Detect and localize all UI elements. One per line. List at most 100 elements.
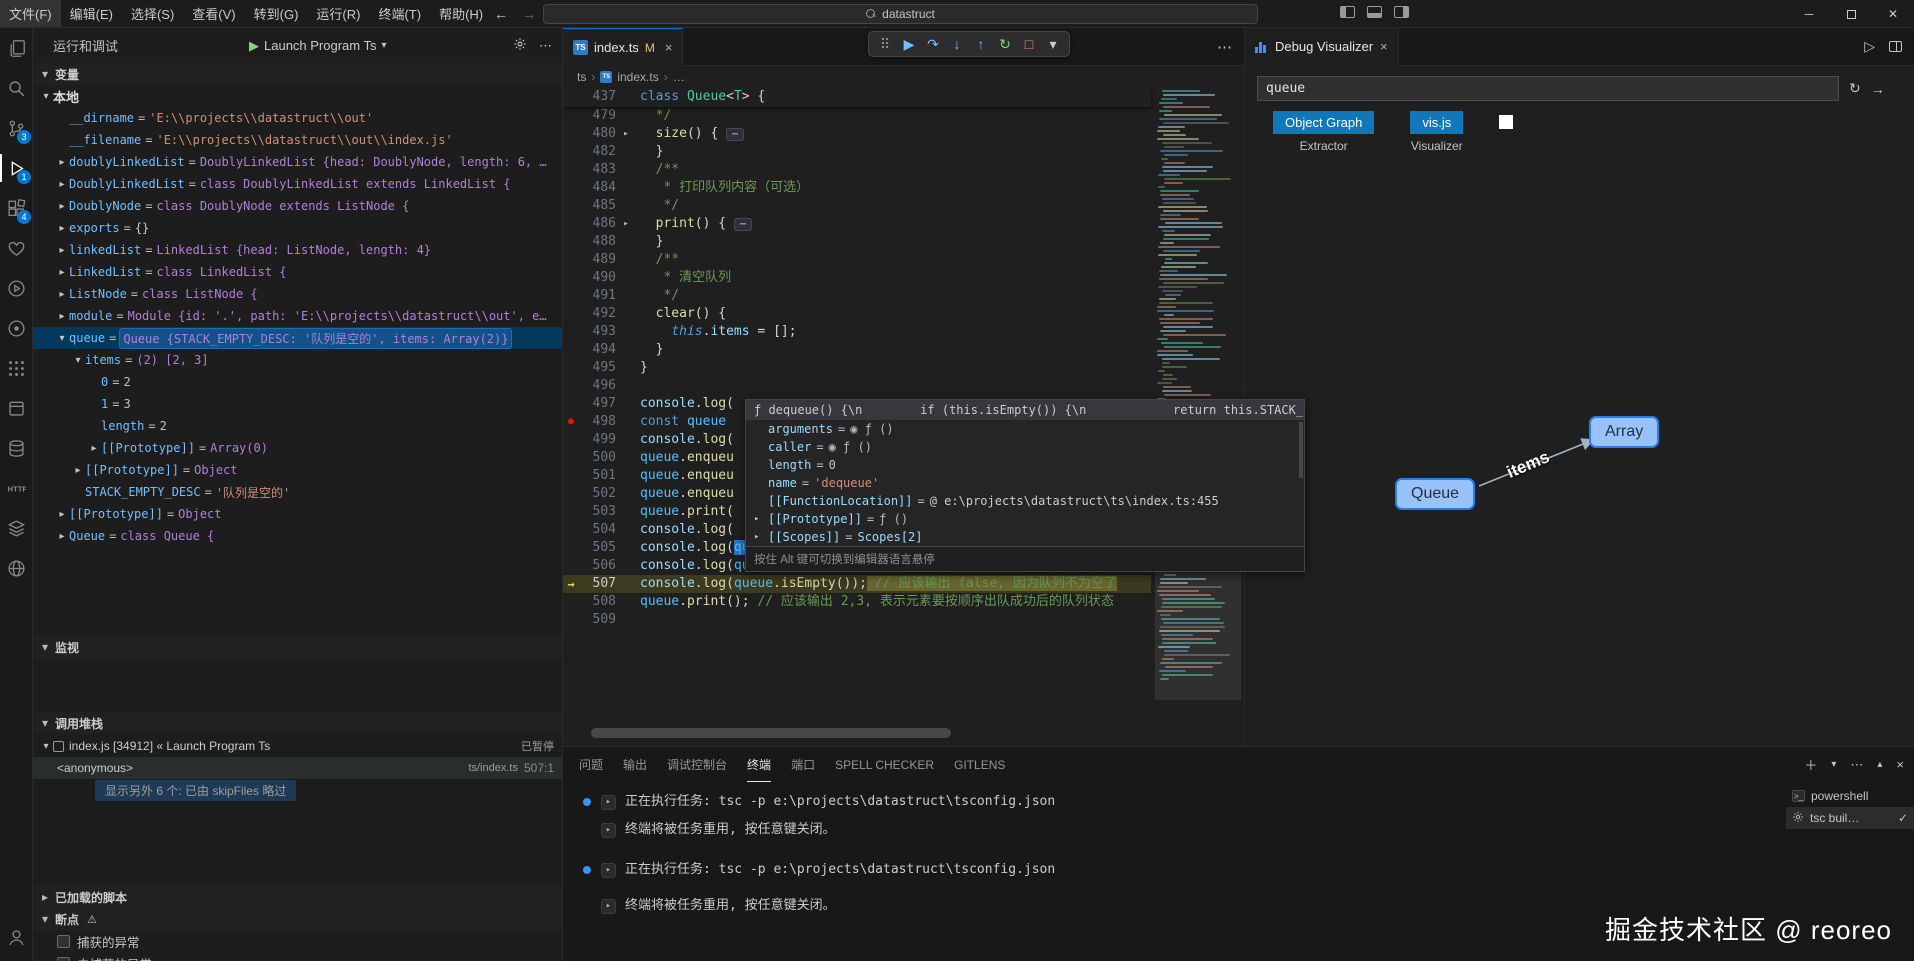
tab-index-ts[interactable]: TS index.ts M ×: [563, 28, 683, 66]
code-line-494[interactable]: 494 }: [563, 341, 1151, 359]
panel-tab-终端[interactable]: 终端: [747, 747, 771, 782]
toggle-secondary-sidebar-icon[interactable]: [1394, 6, 1409, 18]
variable-row-__dirname[interactable]: __dirname='E:\\projects\\datastruct\\out…: [33, 107, 562, 129]
restart-icon[interactable]: ↻: [994, 33, 1016, 55]
panel-tab-SPELL CHECKER[interactable]: SPELL CHECKER: [835, 747, 934, 782]
refresh-icon[interactable]: ↻: [1849, 80, 1861, 97]
visualizer-checkbox[interactable]: [1499, 115, 1513, 129]
menu-文件(F)[interactable]: 文件(F): [0, 0, 61, 27]
gutter[interactable]: 500: [563, 449, 633, 467]
activitybar-search[interactable]: [0, 68, 33, 108]
back-icon[interactable]: ←: [494, 6, 508, 22]
visualizer-button[interactable]: vis.js: [1410, 111, 1463, 134]
activitybar-extensions[interactable]: 4: [0, 188, 33, 228]
variable-row-1[interactable]: 1=3: [33, 393, 562, 415]
activitybar-remote-run[interactable]: [0, 268, 33, 308]
activitybar-account[interactable]: [0, 917, 33, 957]
new-terminal-icon[interactable]: ＋: [1804, 755, 1817, 774]
step-out-icon[interactable]: ↑: [970, 33, 992, 55]
hover-scrollbar[interactable]: [1299, 422, 1303, 478]
toggle-panel-icon[interactable]: [1367, 6, 1382, 18]
panel-tab-调试控制台[interactable]: 调试控制台: [667, 747, 727, 782]
breakpoint-icon[interactable]: ●: [563, 413, 579, 431]
menu-选择(S)[interactable]: 选择(S): [122, 0, 183, 27]
horizontal-scrollbar[interactable]: [591, 728, 951, 738]
variable-row-STACK_EMPTY_DESC[interactable]: STACK_EMPTY_DESC='队列是空的': [33, 481, 562, 503]
minimize-button[interactable]: ─: [1788, 0, 1830, 28]
gutter[interactable]: 501: [563, 467, 633, 485]
activitybar-heart[interactable]: [0, 228, 33, 268]
gutter[interactable]: 490: [563, 269, 633, 287]
code-line-509[interactable]: 509: [563, 611, 1151, 629]
callstack-frame-row[interactable]: <anonymous> ts/index.ts 507:1: [33, 757, 562, 779]
variable-row-__filename[interactable]: __filename='E:\\projects\\datastruct\\ou…: [33, 129, 562, 151]
hover-property-[[FunctionLocation]][interactable]: [[FunctionLocation]]=@ e:\projects\datas…: [746, 492, 1304, 510]
activitybar-package[interactable]: [0, 388, 33, 428]
more-actions-icon[interactable]: ⋯: [1850, 757, 1863, 773]
gutter[interactable]: 495: [563, 359, 633, 377]
code-line-496[interactable]: 496: [563, 377, 1151, 395]
code-line-488[interactable]: 488 }: [563, 233, 1151, 251]
chevron-down-icon[interactable]: ▾: [1831, 759, 1836, 770]
code-line-486[interactable]: 486▸ print() { ⋯: [563, 215, 1151, 233]
activitybar-source-control[interactable]: 3: [0, 108, 33, 148]
hover-property-[[Prototype]][interactable]: ▸[[Prototype]]=ƒ (): [746, 510, 1304, 528]
more-actions-icon[interactable]: ⋯: [539, 38, 552, 54]
stop-icon[interactable]: □: [1018, 33, 1040, 55]
code-line-491[interactable]: 491 */: [563, 287, 1151, 305]
fold-chevron-icon[interactable]: ▸: [619, 125, 633, 143]
checkbox[interactable]: [57, 935, 70, 948]
terminal-tab-powershell[interactable]: >_powershell: [1786, 785, 1914, 807]
code-line-490[interactable]: 490 * 清空队列: [563, 269, 1151, 287]
gear-icon[interactable]: [513, 37, 527, 54]
breakpoints-section-header[interactable]: ▾ 断点 ⚠: [33, 908, 562, 930]
checkbox[interactable]: [57, 957, 70, 961]
close-tab-icon[interactable]: ×: [1380, 39, 1388, 54]
gutter[interactable]: 509: [563, 611, 633, 629]
run-icon[interactable]: ▷: [1864, 38, 1875, 55]
menu-查看(V)[interactable]: 查看(V): [183, 0, 244, 27]
drag-grip-icon[interactable]: ⠿: [874, 33, 896, 55]
gutter[interactable]: 485: [563, 197, 633, 215]
variable-row-[[Prototype]][interactable]: ▸[[Prototype]]=Object: [33, 503, 562, 525]
breakpoint-row-0[interactable]: 捕获的异常: [33, 930, 562, 952]
toggle-sidebar-icon[interactable]: [1340, 6, 1355, 18]
debug-current-line-icon[interactable]: →: [563, 575, 579, 593]
code-line-482[interactable]: 482 }: [563, 143, 1151, 161]
gutter[interactable]: 503: [563, 503, 633, 521]
variables-section-header[interactable]: ▾ 变量: [33, 63, 562, 85]
close-button[interactable]: ✕: [1872, 0, 1914, 28]
panel-tab-问题[interactable]: 问题: [579, 747, 603, 782]
open-in-editor-icon[interactable]: →: [1871, 81, 1885, 97]
extractor-button[interactable]: Object Graph: [1273, 111, 1374, 134]
breadcrumb-item-ts[interactable]: ts: [577, 70, 586, 84]
code-line-493[interactable]: 493 this.items = [];: [563, 323, 1151, 341]
gutter[interactable]: 480▸: [563, 125, 633, 143]
code-line-480[interactable]: 480▸ size() { ⋯: [563, 125, 1151, 143]
hover-property-name[interactable]: name='dequeue': [746, 474, 1304, 492]
gutter[interactable]: 486▸: [563, 215, 633, 233]
panel-tab-输出[interactable]: 输出: [623, 747, 647, 782]
activitybar-apps-grid[interactable]: [0, 348, 33, 388]
command-center[interactable]: datastruct: [543, 4, 1258, 24]
breakpoint-row-1[interactable]: 未捕获的异常: [33, 952, 562, 961]
gutter[interactable]: 479: [563, 107, 633, 125]
variable-row-[[Prototype]][interactable]: ▸[[Prototype]]=Object: [33, 459, 562, 481]
hover-property-arguments[interactable]: arguments=◉ ƒ (): [746, 420, 1304, 438]
gutter[interactable]: →507: [563, 575, 633, 593]
code-line-483[interactable]: 483 /**: [563, 161, 1151, 179]
graph-node-array[interactable]: Array: [1589, 416, 1659, 448]
code-line-479[interactable]: 479 */: [563, 107, 1151, 125]
variable-row-[[Prototype]][interactable]: ▸[[Prototype]]=Array(0): [33, 437, 562, 459]
step-over-icon[interactable]: ↷: [922, 33, 944, 55]
gutter[interactable]: 506: [563, 557, 633, 575]
menu-转到(G)[interactable]: 转到(G): [245, 0, 308, 27]
menu-终端(T)[interactable]: 终端(T): [369, 0, 430, 27]
gutter[interactable]: 492: [563, 305, 633, 323]
hover-property-length[interactable]: length=0: [746, 456, 1304, 474]
code-line-508[interactable]: 508queue.print(); // 应该输出 2,3, 表示元素要按顺序出…: [563, 593, 1151, 611]
editor-actions-icon[interactable]: ⋯: [1217, 28, 1244, 65]
watch-section-header[interactable]: ▾ 监视: [33, 636, 562, 658]
terminal-tab-tsc buil…[interactable]: tsc buil…✓: [1786, 807, 1914, 829]
code-line-507[interactable]: →507console.log(queue.isEmpty()); // 应该输…: [563, 575, 1151, 593]
